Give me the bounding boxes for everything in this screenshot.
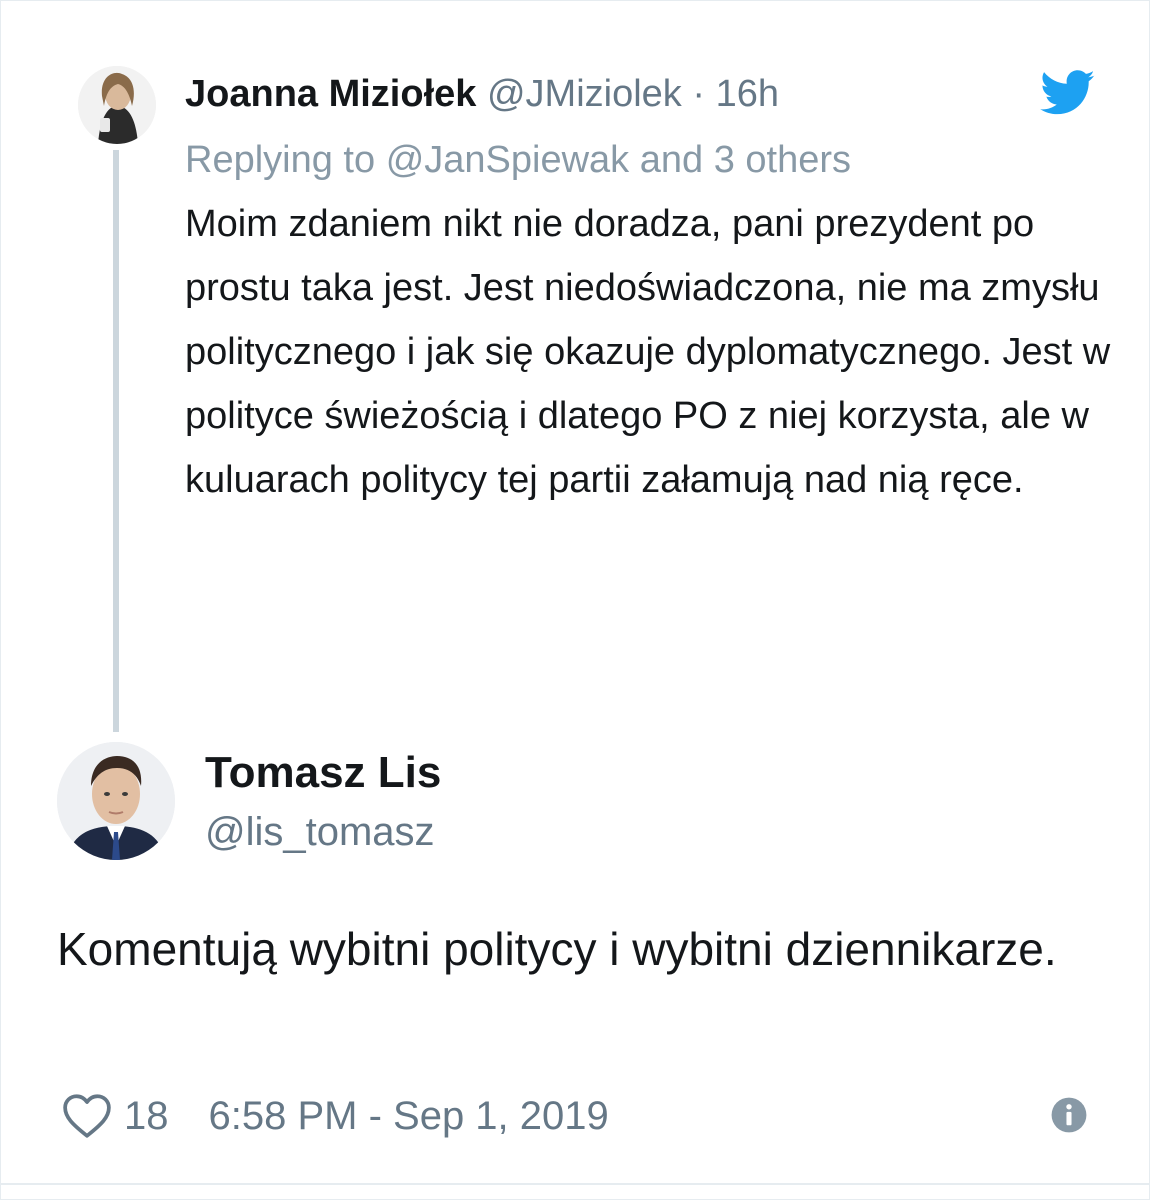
thread-connector-line — [113, 150, 119, 732]
bottom-divider — [0, 1183, 1150, 1185]
tweet-author-avatar[interactable] — [57, 742, 175, 860]
parent-author-avatar[interactable] — [78, 66, 156, 144]
twitter-bird-icon — [1040, 70, 1095, 115]
like-count: 18 — [124, 1093, 169, 1138]
parent-tweet-header: Joanna Miziołek @JMiziolek · 16h — [185, 68, 779, 120]
replying-to-line: Replying to @JanSpiewak and 3 others — [185, 134, 851, 186]
tweet-timestamp[interactable]: 6:58 PM - Sep 1, 2019 — [209, 1094, 609, 1139]
header-separator: · — [692, 73, 706, 115]
info-icon[interactable] — [1050, 1096, 1088, 1134]
replying-prefix: Replying to — [185, 139, 376, 181]
tweet-author-name[interactable]: Tomasz Lis — [205, 745, 441, 801]
tweet-footer: 18 6:58 PM - Sep 1, 2019 — [62, 1088, 609, 1144]
replying-mention-link[interactable]: @JanSpiewak — [386, 139, 629, 181]
parent-tweet-text: Moim zdaniem nikt nie doradza, pani prez… — [185, 203, 1111, 501]
replying-others-link[interactable]: and 3 others — [640, 139, 851, 181]
heart-icon[interactable] — [62, 1093, 112, 1139]
parent-author-name[interactable]: Joanna Miziołek — [185, 73, 476, 115]
parent-author-handle[interactable]: @JMiziolek — [487, 73, 682, 115]
parent-tweet-time[interactable]: 16h — [716, 73, 779, 115]
tweet-text: Komentują wybitni politycy i wybitni dzi… — [57, 923, 1057, 975]
tweet-author-handle[interactable]: @lis_tomasz — [205, 805, 435, 859]
